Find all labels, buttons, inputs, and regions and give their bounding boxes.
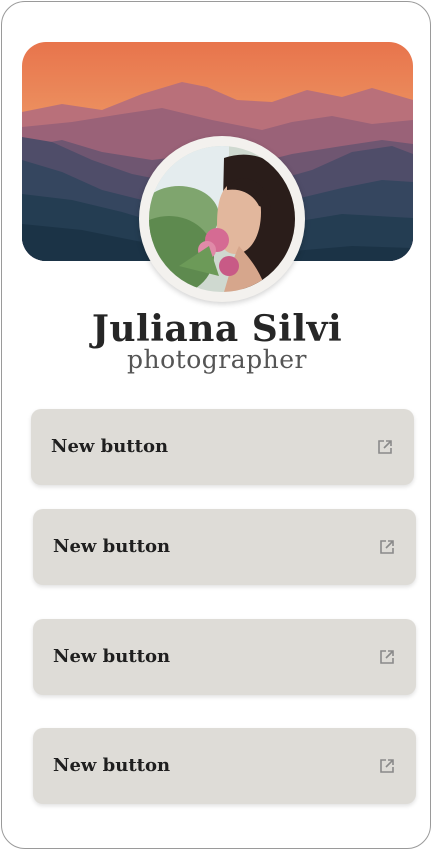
profile-role: photographer [127, 345, 307, 374]
link-button-label: New button [53, 755, 171, 776]
avatar-ring [139, 136, 305, 302]
link-button-2[interactable]: New button [33, 509, 416, 585]
link-button-4[interactable]: New button [33, 728, 416, 804]
link-button-label: New button [53, 536, 171, 557]
profile-name: Juliana Silvi [91, 308, 343, 350]
link-button-3[interactable]: New button [33, 619, 416, 695]
avatar [149, 146, 295, 292]
external-link-icon [380, 759, 394, 773]
external-link-icon [380, 540, 394, 554]
link-button-1[interactable]: New button [31, 409, 414, 485]
link-button-label: New button [51, 436, 169, 457]
link-button-label: New button [53, 646, 171, 667]
external-link-icon [378, 440, 392, 454]
external-link-icon [380, 650, 394, 664]
